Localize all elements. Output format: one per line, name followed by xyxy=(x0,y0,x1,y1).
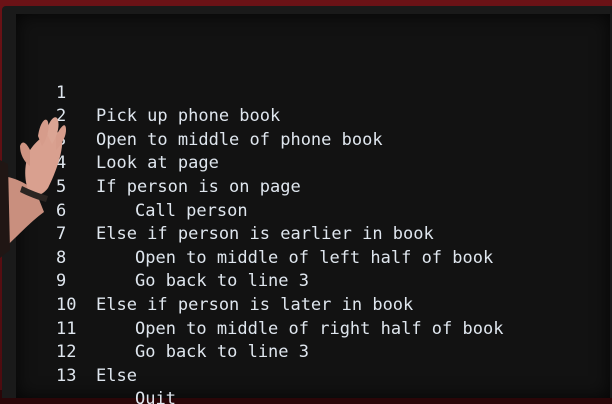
line-text: Else if person is later in book xyxy=(96,294,414,315)
line-text: Go back to line 3 xyxy=(135,271,309,292)
code-line-8: 8 Go back to line 3 xyxy=(16,223,309,292)
line-text: Quit xyxy=(135,389,176,404)
code-line-2: 2 Open to middle of phone book xyxy=(16,82,383,150)
line-text: Pick up phone book xyxy=(96,106,281,127)
display-screen-frame: 1 Pick up phone book 2 Open to middle of… xyxy=(2,6,612,404)
display-screen: 1 Pick up phone book 2 Open to middle of… xyxy=(16,14,610,404)
line-text: Open to middle of left half of book xyxy=(135,247,494,268)
code-line-11: 11 Go back to line 3 xyxy=(16,294,309,363)
code-line-9: 9 Else if person is later in book xyxy=(16,247,413,315)
code-line-12: 12 Else xyxy=(16,318,137,386)
line-text: Go back to line 3 xyxy=(135,342,309,363)
stage-background: 1 Pick up phone book 2 Open to middle of… xyxy=(0,0,612,404)
line-text: Call person xyxy=(135,200,248,221)
code-line-7: 7 Open to middle of left half of book xyxy=(16,200,493,268)
code-line-3: 3 Look at page xyxy=(16,105,219,174)
code-line-1: 1 Pick up phone book xyxy=(16,58,280,127)
code-line-10: 10 Open to middle of right half of book xyxy=(16,270,503,339)
code-line-5: 5 Call person xyxy=(16,152,248,221)
code-line-4: 4 If person is on page xyxy=(16,129,301,197)
line-number: 13 xyxy=(56,365,77,386)
line-text: Else if person is earlier in book xyxy=(96,224,434,245)
code-line-6: 6 Else if person is earlier in book xyxy=(16,176,434,245)
line-text: If person is on page xyxy=(96,176,301,197)
line-text: Open to middle of right half of book xyxy=(135,318,504,339)
code-line-13: 13 Quit xyxy=(16,341,176,404)
line-text: Open to middle of phone book xyxy=(96,129,383,150)
pseudocode-listing: 1 Pick up phone book 2 Open to middle of… xyxy=(16,58,503,404)
